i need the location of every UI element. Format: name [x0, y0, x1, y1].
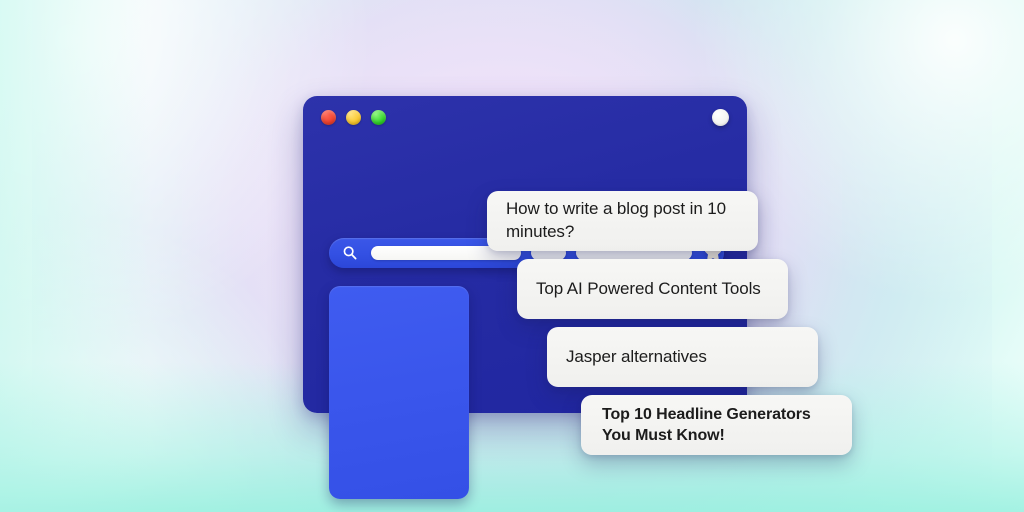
suggestion-card-label: Jasper alternatives	[566, 346, 707, 366]
content-placeholder	[329, 286, 469, 499]
search-icon	[343, 246, 357, 260]
minimize-button[interactable]	[346, 110, 361, 125]
illustration-scene: How to write a blog post in 10 minutes? …	[0, 0, 1024, 512]
suggestion-card-label: Top AI Powered Content Tools	[536, 278, 761, 298]
suggestion-card[interactable]: How to write a blog post in 10 minutes?	[487, 191, 758, 251]
profile-circle-icon[interactable]	[712, 109, 729, 126]
close-button[interactable]	[321, 110, 336, 125]
window-titlebar	[303, 96, 747, 142]
background-mint-left	[0, 0, 150, 512]
suggestion-card[interactable]: Jasper alternatives	[547, 327, 818, 387]
suggestion-card-label: How to write a blog post in 10 minutes?	[506, 199, 727, 241]
maximize-button[interactable]	[371, 110, 386, 125]
suggestion-card[interactable]: Top AI Powered Content Tools	[517, 259, 788, 319]
suggestion-card[interactable]: Top 10 Headline Generators You Must Know…	[581, 395, 852, 455]
window-traffic-lights	[321, 110, 386, 125]
suggestion-card-label: Top 10 Headline Generators You Must Know…	[602, 405, 811, 444]
